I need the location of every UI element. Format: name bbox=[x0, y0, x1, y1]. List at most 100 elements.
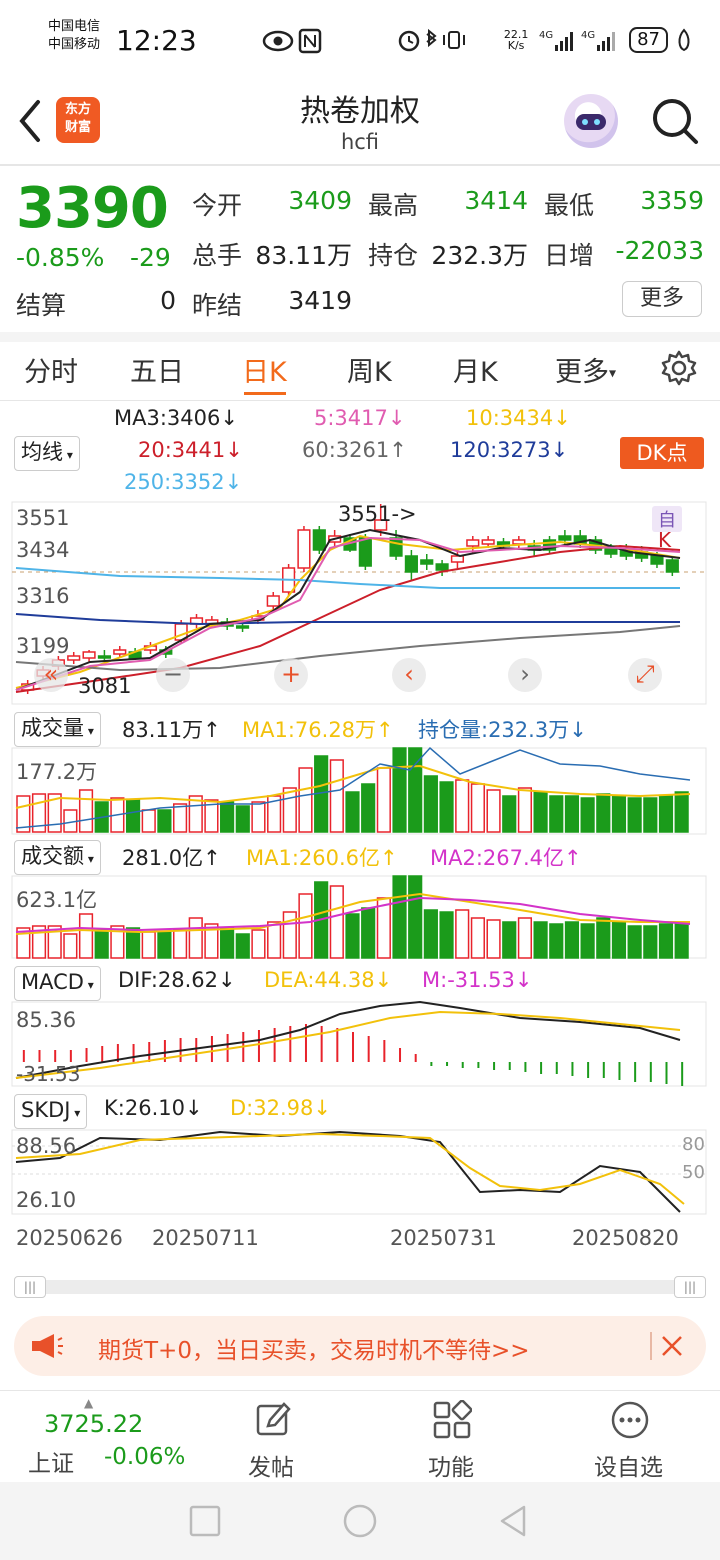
indicator-bar bbox=[235, 933, 250, 959]
indicator-bar bbox=[470, 917, 485, 959]
indicator-bar bbox=[298, 893, 313, 959]
change-amount: -29 bbox=[130, 243, 171, 272]
indicator-bar bbox=[172, 803, 188, 833]
high-value: 3414 bbox=[464, 186, 528, 215]
indicator-bar bbox=[345, 791, 360, 833]
indicator-bar bbox=[455, 779, 470, 833]
indicator-bar bbox=[455, 909, 470, 959]
scroll-left-button[interactable]: ‹ bbox=[392, 658, 426, 692]
candle-body bbox=[97, 655, 112, 659]
candle-body bbox=[389, 537, 403, 557]
indicator-bar bbox=[423, 775, 438, 833]
open-value: 3409 bbox=[288, 186, 352, 215]
close-icon[interactable] bbox=[660, 1334, 684, 1358]
ma5-line bbox=[15, 536, 681, 691]
volume-chart[interactable] bbox=[0, 746, 720, 836]
indicator-bar bbox=[78, 913, 94, 959]
indicator-bar bbox=[408, 875, 423, 959]
watchlist-more-icon[interactable] bbox=[610, 1400, 650, 1440]
candle-body bbox=[358, 537, 372, 567]
zoom-in-button[interactable]: + bbox=[274, 658, 308, 692]
amount-selector[interactable]: 成交额 ▾ bbox=[14, 840, 101, 875]
function-label[interactable]: 功能 bbox=[428, 1448, 474, 1482]
tab-more[interactable]: 更多▾ bbox=[555, 350, 616, 389]
fullscreen-icon[interactable]: ⤢ bbox=[628, 658, 662, 692]
function-grid-icon[interactable] bbox=[432, 1400, 472, 1440]
scroll-left-fast-button[interactable]: « bbox=[34, 658, 68, 692]
indicator-bar bbox=[392, 875, 407, 959]
indicator-bar bbox=[220, 927, 235, 959]
macd-dea: DEA:44.38↓ bbox=[264, 968, 393, 992]
daily-increase-value: -22033 bbox=[615, 236, 704, 265]
open-interest: 持仓量:232.3万↓ bbox=[418, 718, 587, 742]
carrier-1: 中国电信 bbox=[48, 19, 101, 34]
indicator-bar bbox=[643, 797, 658, 833]
zoom-out-button[interactable]: − bbox=[156, 658, 190, 692]
indicator-bar bbox=[564, 921, 580, 959]
more-quote-button[interactable]: 更多 bbox=[622, 281, 702, 317]
indicator-bar bbox=[188, 917, 203, 959]
search-icon[interactable] bbox=[650, 96, 700, 146]
indicator-bar bbox=[486, 919, 501, 959]
alarm-bluetooth-vibrate-icon bbox=[398, 28, 466, 52]
watchlist-label[interactable]: 设自选 bbox=[594, 1448, 663, 1482]
home-icon[interactable] bbox=[342, 1503, 378, 1539]
amount-ma2: MA2:267.4亿↑ bbox=[430, 846, 582, 870]
dk-point-button[interactable]: DK点 bbox=[620, 437, 704, 469]
recent-apps-icon[interactable] bbox=[188, 1504, 222, 1538]
position-value: 232.3万 bbox=[431, 241, 528, 270]
range-slider-right-handle[interactable]: ||| bbox=[674, 1276, 706, 1298]
tab-intraday[interactable]: 分时 bbox=[24, 350, 78, 389]
indicator-bar bbox=[658, 923, 674, 959]
volume-selector-label: 成交量 bbox=[21, 716, 84, 740]
tab-five-day[interactable]: 五日 bbox=[130, 350, 184, 389]
indicator-bar bbox=[376, 767, 391, 833]
tab-daily-k[interactable]: 日K bbox=[242, 350, 287, 389]
banner-divider bbox=[650, 1332, 652, 1360]
post-edit-icon[interactable] bbox=[254, 1400, 294, 1440]
candle-body bbox=[266, 595, 280, 607]
tab-monthly-k[interactable]: 月K bbox=[453, 350, 498, 389]
candle-body bbox=[435, 563, 449, 571]
indicator-bar bbox=[78, 789, 94, 833]
indicator-bar bbox=[643, 925, 658, 959]
indicator-bar bbox=[157, 809, 172, 833]
index-value[interactable]: 3725.22 bbox=[44, 1410, 143, 1438]
tab-weekly-k[interactable]: 周K bbox=[347, 350, 392, 389]
caret-up-icon: ▲ bbox=[84, 1396, 94, 1410]
skdj-chart[interactable] bbox=[0, 1128, 720, 1216]
prev-settle-label: 昨结 bbox=[192, 291, 243, 320]
post-label[interactable]: 发帖 bbox=[248, 1448, 294, 1482]
ma-selector-label: 均线 bbox=[21, 440, 63, 464]
promo-banner-text[interactable]: 期货T+0，当日买卖，交易时机不等待>> bbox=[98, 1331, 530, 1365]
settings-gear-icon[interactable] bbox=[660, 349, 698, 387]
macd-selector[interactable]: MACD ▾ bbox=[14, 966, 101, 1001]
signal-icon: 4G 4G bbox=[539, 30, 616, 51]
last-price: 3390 bbox=[16, 176, 169, 241]
range-slider-track[interactable] bbox=[14, 1280, 706, 1294]
amount-chart[interactable] bbox=[0, 874, 720, 960]
candle-body bbox=[420, 559, 434, 565]
scroll-right-button[interactable]: › bbox=[508, 658, 542, 692]
ma-selector[interactable]: 均线 ▾ bbox=[14, 436, 80, 471]
back-nav-icon[interactable] bbox=[496, 1503, 530, 1539]
position-label: 持仓 bbox=[368, 241, 419, 270]
candle-body bbox=[481, 539, 495, 545]
volume-selector[interactable]: 成交量 ▾ bbox=[14, 712, 101, 747]
skdj-selector[interactable]: SKDJ ▾ bbox=[14, 1094, 88, 1129]
ai-assistant-robot-icon[interactable] bbox=[564, 94, 618, 148]
ma20-legend: 20:3441↓ bbox=[138, 438, 243, 462]
skdj-ref-50: 50 bbox=[682, 1162, 705, 1183]
ma60-legend: 60:3261↑ bbox=[302, 438, 407, 462]
candle-body bbox=[450, 555, 465, 563]
volume-bars bbox=[16, 747, 689, 833]
kline-y-label-2: 3434 bbox=[16, 538, 70, 562]
indicator-bar bbox=[674, 921, 689, 959]
range-slider-left-handle[interactable]: ||| bbox=[14, 1276, 46, 1298]
macd-chart[interactable] bbox=[0, 1000, 720, 1088]
indicator-bar bbox=[658, 795, 674, 833]
amount-y-max: 623.1亿 bbox=[16, 888, 98, 912]
index-name[interactable]: 上证 bbox=[28, 1444, 74, 1478]
candle-body bbox=[297, 529, 311, 569]
indicator-bar bbox=[627, 925, 642, 959]
